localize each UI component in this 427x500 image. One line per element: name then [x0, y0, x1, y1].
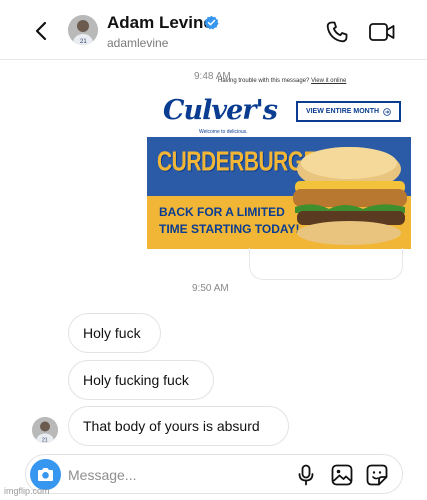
- contact-avatar[interactable]: 21: [68, 15, 98, 45]
- svg-text:21: 21: [42, 438, 48, 444]
- sender-avatar[interactable]: 21: [32, 417, 58, 443]
- video-camera-icon[interactable]: [368, 20, 396, 44]
- message-bubble[interactable]: Holy fucking fuck: [68, 360, 214, 400]
- phone-icon[interactable]: [325, 20, 349, 44]
- trouble-text: Having trouble with this message?: [218, 78, 310, 84]
- burger-image: [293, 147, 407, 245]
- shared-card-footer: [249, 248, 403, 280]
- shared-ad-card[interactable]: Culver's Welcome to delicious. VIEW ENTI…: [147, 89, 411, 249]
- svg-text:21: 21: [80, 39, 87, 45]
- message-bubble[interactable]: Holy fuck: [68, 313, 161, 353]
- circle-arrow-icon: [383, 107, 391, 116]
- ad-subline-1: BACK FOR A LIMITED: [159, 205, 285, 219]
- view-entire-month-button[interactable]: VIEW ENTIRE MONTH: [296, 101, 401, 122]
- chat-header: 21 Adam Levine adamlevine: [0, 0, 427, 60]
- view-online-link[interactable]: View it online: [311, 78, 346, 84]
- trouble-notice: Having trouble with this message? View i…: [218, 78, 346, 84]
- brand-logo: Culver's: [163, 95, 278, 126]
- message-input[interactable]: [68, 464, 288, 486]
- ad-subline-2: TIME STARTING TODAY!: [159, 222, 300, 236]
- timestamp-mid: 9:50 AM: [192, 283, 229, 294]
- view-entire-month-label: VIEW ENTIRE MONTH: [305, 108, 380, 115]
- verified-badge-icon: [204, 15, 219, 30]
- message-composer: [25, 454, 403, 494]
- watermark: imgflip.com: [4, 486, 50, 496]
- gallery-icon[interactable]: [331, 464, 353, 486]
- microphone-icon[interactable]: [296, 464, 316, 486]
- contact-name[interactable]: Adam Levine: [107, 13, 213, 33]
- sticker-icon[interactable]: [366, 464, 388, 486]
- message-bubble[interactable]: That body of yours is absurd: [68, 406, 289, 446]
- contact-handle: adamlevine: [107, 36, 169, 50]
- brand-tagline: Welcome to delicious.: [199, 129, 248, 135]
- back-arrow-icon[interactable]: [30, 20, 52, 42]
